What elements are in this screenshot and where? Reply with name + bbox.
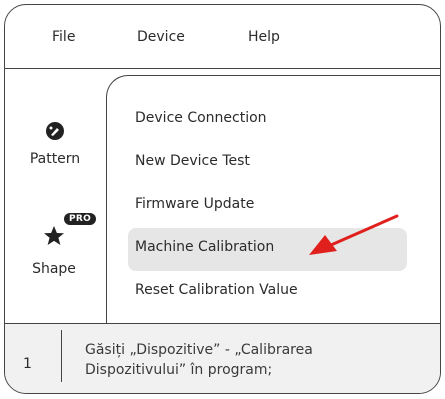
menu-item-firmware-update[interactable]: Firmware Update: [135, 196, 254, 212]
pattern-icon[interactable]: [45, 121, 65, 145]
menu-item-new-device-test[interactable]: New Device Test: [135, 153, 250, 169]
red-arrow-icon: [309, 214, 399, 255]
menu-device[interactable]: Device: [137, 29, 185, 45]
menu-bar: File Device Help: [5, 5, 440, 69]
menu-help[interactable]: Help: [248, 29, 280, 45]
menu-item-device-connection[interactable]: Device Connection: [135, 110, 267, 126]
footer-divider: [61, 330, 62, 382]
instruction-footer: 1 Găsiți „Dispozitive” - „Calibrarea Dis…: [5, 323, 440, 393]
sidebar-item-pattern[interactable]: Pattern: [5, 151, 105, 167]
menu-file[interactable]: File: [52, 29, 75, 45]
pro-badge: PRO: [64, 213, 97, 225]
app-window: File Device Help Pattern PRO Shape Devic…: [4, 4, 441, 394]
star-icon[interactable]: [42, 224, 66, 252]
step-caption: Găsiți „Dispozitive” - „Calibrarea Dispo…: [85, 342, 313, 378]
menu-item-machine-calibration[interactable]: Machine Calibration: [135, 239, 274, 255]
menu-item-reset-calibration[interactable]: Reset Calibration Value: [135, 282, 298, 298]
step-number: 1: [23, 356, 32, 372]
sidebar-item-shape[interactable]: Shape: [5, 261, 104, 277]
